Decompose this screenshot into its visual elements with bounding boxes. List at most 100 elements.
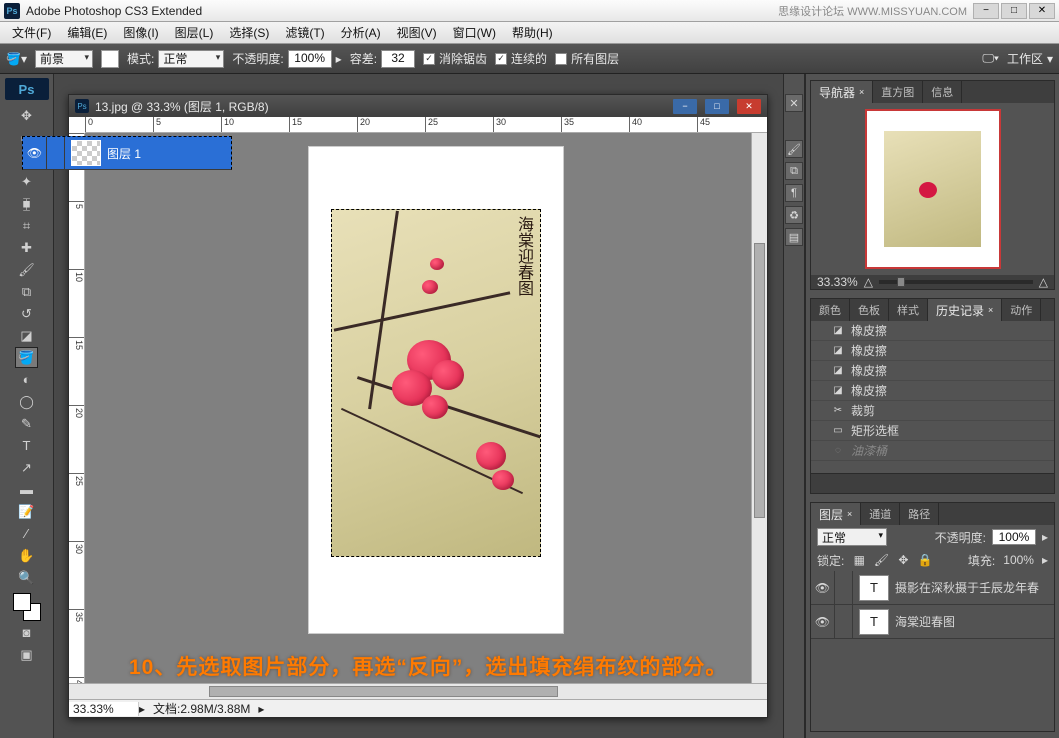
layer-list[interactable]: 👁图层 1👁T摄影在深秋摄于壬辰龙年春👁T海棠迎春图 — [811, 571, 1054, 639]
stamp-tool[interactable]: ⧉ — [15, 281, 38, 302]
history-item[interactable]: ◪橡皮擦 — [811, 361, 1054, 381]
crop-tool[interactable]: ⧯ — [15, 193, 38, 214]
clone-icon[interactable]: ⧉ — [785, 162, 803, 180]
menu-item[interactable]: 帮助(H) — [506, 22, 559, 43]
blend-mode-dropdown[interactable]: 正常 — [158, 50, 224, 68]
lock-trans-icon[interactable]: ▦ — [852, 553, 866, 567]
close-button[interactable]: ✕ — [1029, 3, 1055, 19]
contiguous-checkbox[interactable]: ✓ — [495, 53, 507, 65]
menu-item[interactable]: 图层(L) — [169, 22, 220, 43]
wand-tool[interactable]: ✦ — [15, 171, 38, 192]
scrollbar-horizontal[interactable] — [69, 683, 767, 699]
tab-actions[interactable]: 动作 — [1002, 299, 1041, 321]
dock-icon[interactable]: ✕ — [785, 94, 803, 112]
move-tool[interactable]: ✥ — [15, 105, 38, 126]
tab-info[interactable]: 信息 — [923, 81, 962, 103]
shape-tool[interactable]: ▬ — [15, 479, 38, 500]
history-item[interactable]: ✂裁剪 — [811, 401, 1054, 421]
color-swatches[interactable] — [13, 593, 41, 621]
menu-item[interactable]: 分析(A) — [335, 22, 387, 43]
menu-item[interactable]: 编辑(E) — [61, 22, 113, 43]
notes-tool[interactable]: 📝 — [15, 501, 38, 522]
symbol-icon[interactable]: ♻ — [785, 206, 803, 224]
lock-pos-icon[interactable]: ✥ — [896, 553, 910, 567]
history-list[interactable]: ◪橡皮擦◪橡皮擦◪橡皮擦◪橡皮擦✂裁剪▭矩形选框▸▤选择反向◌油漆桶 — [811, 321, 1054, 473]
doc-close-button[interactable]: ✕ — [737, 99, 761, 114]
layer-opacity-input[interactable]: 100% — [992, 529, 1036, 545]
menu-item[interactable]: 选择(S) — [223, 22, 275, 43]
doc-maximize-button[interactable]: □ — [705, 99, 729, 114]
menu-item[interactable]: 滤镜(T) — [279, 22, 330, 43]
bucket-icon: 🪣▾ — [6, 52, 27, 66]
opacity-input[interactable]: 100% — [288, 50, 332, 68]
tab-navigator[interactable]: 导航器× — [811, 81, 873, 103]
lock-paint-icon[interactable]: 🖌 — [874, 553, 888, 567]
screenmode-tool[interactable]: ▣ — [15, 644, 38, 665]
blur-tool[interactable]: ◐ — [15, 369, 38, 390]
heal-tool[interactable]: ✚ — [15, 237, 38, 258]
brush-tool[interactable]: 🖌 — [15, 259, 38, 280]
tab-channels[interactable]: 通道 — [861, 503, 900, 525]
nav-zoom[interactable]: 33.33% — [817, 275, 858, 289]
history-item[interactable]: ◪橡皮擦 — [811, 381, 1054, 401]
tab-paths[interactable]: 路径 — [900, 503, 939, 525]
zoom-in-icon[interactable]: △ — [1039, 275, 1048, 289]
zoom-level[interactable]: 33.33% — [69, 702, 139, 716]
visibility-icon[interactable]: 👁 — [811, 571, 835, 604]
menu-item[interactable]: 图像(I) — [117, 22, 164, 43]
layer-fill-input[interactable]: 100% — [1003, 553, 1034, 567]
quickmask-tool[interactable]: ◙ — [15, 622, 38, 643]
eyedropper-tool[interactable]: ⁄ — [15, 523, 38, 544]
brushes-icon[interactable]: 🖌 — [785, 140, 803, 158]
pen-tool[interactable]: ✎ — [15, 413, 38, 434]
tab-histogram[interactable]: 直方图 — [873, 81, 923, 103]
minimize-button[interactable]: − — [973, 3, 999, 19]
zoom-slider[interactable] — [879, 280, 1033, 284]
maximize-button[interactable]: □ — [1001, 3, 1027, 19]
layer-row[interactable]: 👁T摄影在深秋摄于壬辰龙年春 — [811, 571, 1054, 605]
doc-minimize-button[interactable]: − — [673, 99, 697, 114]
eraser-tool[interactable]: ◪ — [15, 325, 38, 346]
hand-tool[interactable]: ✋ — [15, 545, 38, 566]
visibility-icon[interactable]: 👁 — [811, 605, 835, 638]
zoom-tool[interactable]: 🔍 — [15, 567, 38, 588]
type-tool[interactable]: T — [15, 435, 38, 456]
path-tool[interactable]: ↗ — [15, 457, 38, 478]
menu-item[interactable]: 窗口(W) — [447, 22, 502, 43]
all-layers-checkbox[interactable] — [555, 53, 567, 65]
layer-row[interactable]: 👁图层 1 — [22, 136, 232, 170]
menu-item[interactable]: 视图(V) — [391, 22, 443, 43]
fill-source-dropdown[interactable]: 前景 — [35, 50, 93, 68]
tab-layers[interactable]: 图层× — [811, 503, 861, 525]
zoom-out-icon[interactable]: △ — [864, 275, 873, 289]
navigator-body[interactable] — [811, 103, 1054, 275]
title-bar: Ps Adobe Photoshop CS3 Extended 思缘设计论坛 W… — [0, 0, 1059, 22]
canvas-viewport[interactable]: 海棠迎春图 10、先选取图片部分，再选“反向”，选出填充绢布纹的部分。 — [85, 133, 751, 683]
layer-row[interactable]: 👁T海棠迎春图 — [811, 605, 1054, 639]
screen-mode-icon[interactable]: 🖵▾ — [982, 51, 999, 66]
history-brush-tool[interactable]: ↺ — [15, 303, 38, 324]
tab-styles[interactable]: 样式 — [889, 299, 928, 321]
history-item[interactable]: ◌油漆桶 — [811, 441, 1054, 461]
visibility-icon[interactable]: 👁 — [23, 137, 47, 169]
slice-tool[interactable]: ⌗ — [15, 215, 38, 236]
bucket-tool[interactable]: 🪣 — [15, 347, 38, 368]
tab-history[interactable]: 历史记录× — [928, 299, 1002, 321]
antialias-checkbox[interactable]: ✓ — [423, 53, 435, 65]
tolerance-label: 容差: — [350, 50, 377, 67]
char-icon[interactable]: ¶ — [785, 184, 803, 202]
scrollbar-vertical[interactable] — [751, 133, 767, 683]
menu-item[interactable]: 文件(F) — [6, 22, 57, 43]
history-item[interactable]: ◪橡皮擦 — [811, 321, 1054, 341]
history-item[interactable]: ▭矩形选框 — [811, 421, 1054, 441]
pattern-swatch[interactable] — [101, 50, 119, 68]
comp-icon[interactable]: ▤ — [785, 228, 803, 246]
document-title-bar[interactable]: Ps 13.jpg @ 33.3% (图层 1, RGB/8) − □ ✕ — [69, 95, 767, 117]
lock-all-icon[interactable]: 🔒 — [918, 553, 932, 567]
history-item[interactable]: ◪橡皮擦 — [811, 341, 1054, 361]
layer-blend-dropdown[interactable]: 正常 — [817, 528, 887, 546]
tolerance-input[interactable]: 32 — [381, 50, 415, 68]
tab-color[interactable]: 颜色 — [811, 299, 850, 321]
tab-swatches[interactable]: 色板 — [850, 299, 889, 321]
dodge-tool[interactable]: ◯ — [15, 391, 38, 412]
